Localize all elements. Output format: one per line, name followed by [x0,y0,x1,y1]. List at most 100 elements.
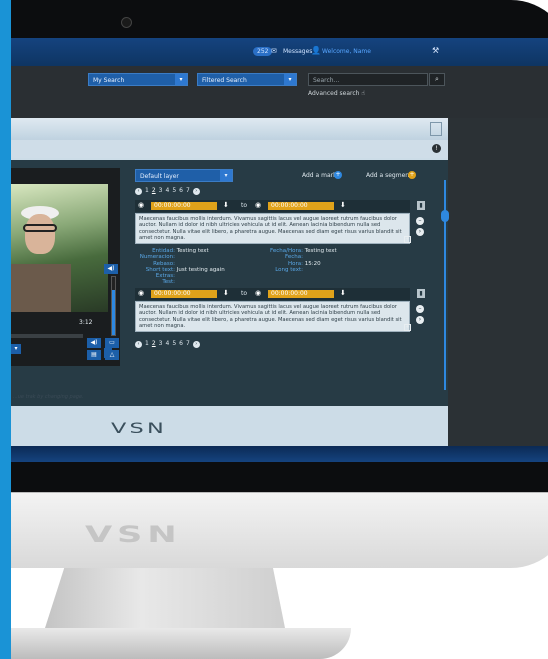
page-link-active[interactable]: 2 [152,340,156,347]
search-icon[interactable]: ⌕ [429,73,445,86]
meta-value: 15:20 [304,260,321,267]
user-icon: 👤 [311,46,321,55]
advanced-search-label: Advanced search [308,90,360,97]
monitor-stand [45,568,285,628]
prev-page-icon[interactable]: ‹ [135,341,142,348]
trash-icon[interactable]: ▮ [417,201,425,210]
screen-logo: VSN [111,421,167,437]
next-page-icon[interactable]: › [192,188,200,195]
panel-subheader [11,140,448,158]
to-label: to [241,290,248,297]
page-link[interactable]: 7 [186,340,190,347]
chevron-down-icon: ▾ [220,170,232,181]
video-frame[interactable] [11,184,108,312]
page-link[interactable]: 5 [172,187,176,194]
page-link[interactable]: 3 [159,187,163,194]
advanced-search-link[interactable]: Advanced search ☝ [308,90,365,97]
prev-page-icon[interactable]: ‹ [135,188,142,195]
segment-row: ◉ 00:00:00:00 ⬇ to ◉ 00:00:00:00 ⬇ [135,288,410,300]
pagination-top: ‹ 1 2 3 4 5 6 7 › [135,187,203,195]
thumb-icon: ☝ [361,90,366,97]
eye-icon[interactable]: ◉ [255,201,261,209]
layer-select[interactable]: Default layer ▾ [135,169,233,182]
eye-icon[interactable]: ◉ [138,201,144,209]
envelope-icon[interactable]: ✉ [271,47,277,55]
page-link[interactable]: 4 [165,187,169,194]
add-mark-icon[interactable]: + [334,171,342,179]
page-link[interactable]: 3 [159,340,163,347]
page-link[interactable]: 6 [179,340,183,347]
segment-row: ◉ 00:00:00:00 ⬇ to ◉ 00:00:00:00 ⬇ [135,200,410,212]
metadata-right: Fecha/Hora: Testing text Fecha: Hora: 15… [254,248,337,273]
chevron-down-icon[interactable]: ▾ [11,344,21,354]
hint-text: ...ue trak by changing page. [13,394,84,400]
end-timecode-input[interactable]: 00:00:00:00 [268,290,334,298]
page-link[interactable]: 1 [145,340,149,347]
video-content-shirt [11,264,71,312]
minus-icon[interactable]: – [416,305,424,313]
add-mark-button[interactable]: Add a mark [302,172,337,179]
comment-icon[interactable]: ▤ [87,350,101,360]
scrollbar-thumb[interactable] [441,210,449,222]
page-link[interactable]: 5 [172,340,176,347]
footer-strip [11,446,548,462]
pin-icon[interactable]: ⬇ [340,201,346,209]
add-segment-icon[interactable]: + [408,171,416,179]
page-link[interactable]: 4 [165,340,169,347]
chin-logo: VSN [85,523,182,548]
segment-text[interactable]: Maecenas faucibus mollis interdum. Vivam… [135,213,410,244]
page-link[interactable]: 1 [145,187,149,194]
expand-icon[interactable]: + [404,324,411,331]
my-search-select[interactable]: My Search ▾ [88,73,188,86]
meta-value: Testing text [304,248,337,254]
arrow-right-icon[interactable]: › [416,228,424,236]
filtered-search-label: Filtered Search [202,77,247,84]
to-label: to [241,202,248,209]
annotation-panel: Default layer ▾ Add a mark + Add a segme… [126,160,449,406]
screen-icon[interactable]: ▭ [105,338,119,348]
search-input[interactable]: Search... [308,73,428,86]
eye-icon[interactable]: ◉ [255,289,261,297]
pin-icon[interactable]: ⬇ [223,201,229,209]
meta-key: Long text: [275,266,303,273]
page-link[interactable]: 6 [179,187,183,194]
start-timecode-input[interactable]: 00:00:00:00 [151,202,217,210]
progress-bar[interactable] [11,334,83,338]
volume-icon[interactable]: ◀) [104,264,118,274]
next-page-icon[interactable]: › [192,341,200,348]
left-blue-stripe [0,0,11,659]
start-timecode-input[interactable]: 00:00:00:00 [151,290,217,298]
arrow-right-icon[interactable]: › [416,316,424,324]
meta-value: Testing text [176,248,209,254]
screen: 252 ✉ Messages 👤 Welcome, Name ⚒ My Sear… [11,38,548,462]
volume-slider[interactable] [111,276,116,336]
filtered-search-select[interactable]: Filtered Search ▾ [197,73,297,86]
layer-label: Default layer [140,173,179,180]
chevron-down-icon: ▾ [284,74,296,85]
segment-text[interactable]: Maecenas faucibus mollis interdum. Vivam… [135,301,410,332]
top-bar: 252 ✉ Messages 👤 Welcome, Name ⚒ [11,38,548,66]
alert-icon[interactable]: △ [105,350,119,360]
layout-toggle-icon[interactable] [430,122,442,136]
monitor-stand-base [11,628,351,659]
page-link-active[interactable]: 2 [152,187,156,194]
chevron-down-icon: ▾ [175,74,187,85]
pin-icon[interactable]: ⬇ [223,289,229,297]
messages-link[interactable]: Messages [283,48,312,55]
expand-icon[interactable]: + [404,236,411,243]
eye-icon[interactable]: ◉ [138,289,144,297]
add-segment-button[interactable]: Add a segment [366,172,411,179]
pin-icon[interactable]: ⬇ [340,289,346,297]
page-link[interactable]: 7 [186,187,190,194]
minus-icon[interactable]: – [416,217,424,225]
my-search-label: My Search [93,77,125,84]
info-icon[interactable]: ! [432,144,441,153]
end-timecode-input[interactable]: 00:00:00:00 [268,202,334,210]
meta-value: Just testing again [176,266,225,273]
welcome-user[interactable]: Welcome, Name [322,48,371,55]
trash-icon[interactable]: ▮ [417,289,425,298]
video-content-face [25,214,55,254]
tools-icon[interactable]: ⚒ [432,46,439,55]
message-count-badge[interactable]: 252 [253,47,273,56]
mute-icon[interactable]: ◀) [87,338,101,348]
